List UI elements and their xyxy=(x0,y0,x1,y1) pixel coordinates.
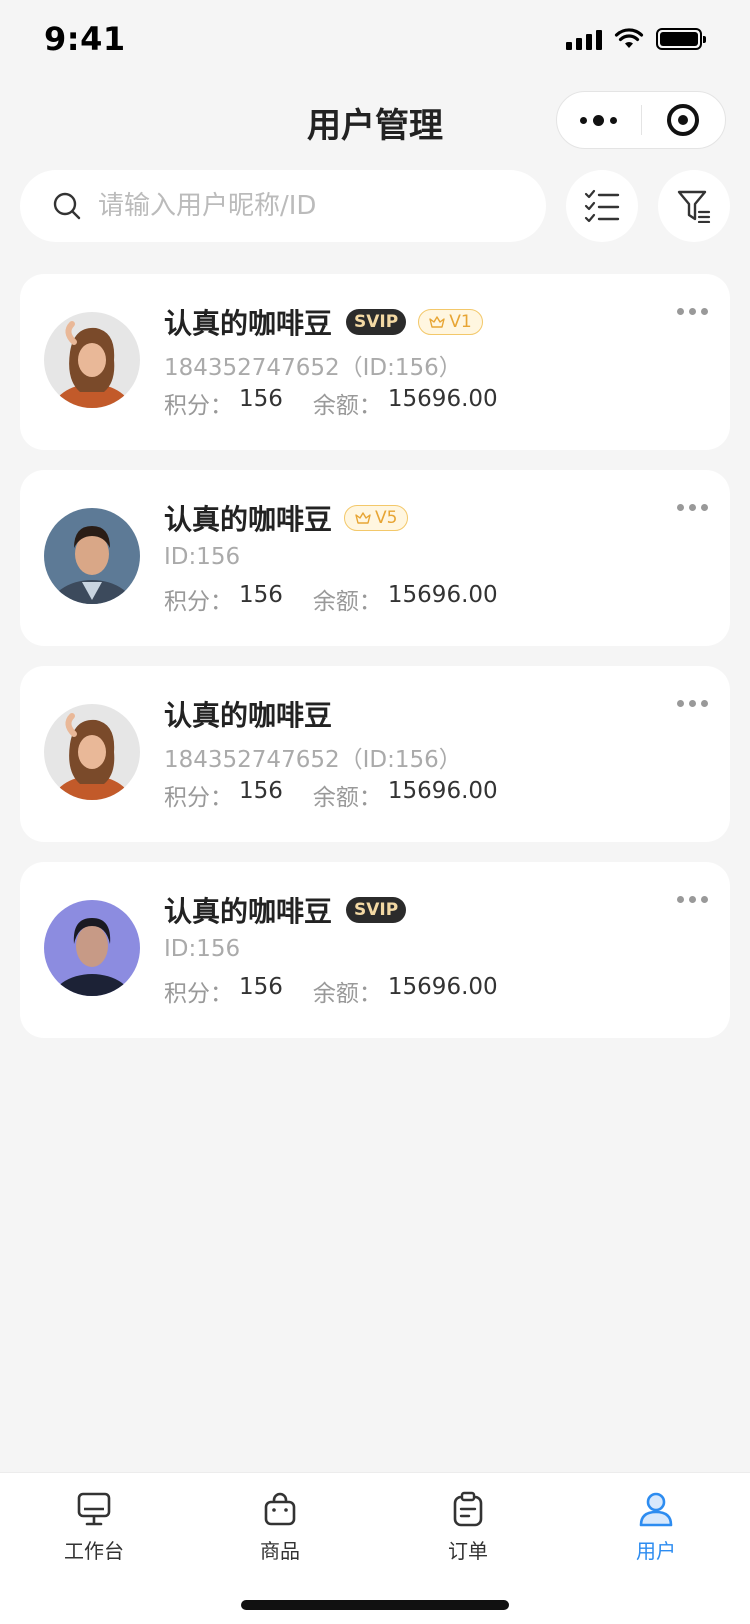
crown-icon xyxy=(355,512,371,524)
user-card[interactable]: 认真的咖啡豆 184352747652（ID:156） 积分： 156 余额： … xyxy=(20,666,730,842)
miniprogram-capsule xyxy=(556,91,726,149)
balance-value: 15696.00 xyxy=(387,778,498,804)
status-bar: 9:41 xyxy=(0,0,750,82)
more-actions-icon[interactable] xyxy=(677,700,708,707)
tab-workbench[interactable]: 工作台 xyxy=(34,1491,154,1564)
balance-label: 余额： xyxy=(312,981,382,1007)
tab-orders[interactable]: 订单 xyxy=(408,1491,528,1564)
svip-badge: SVIP xyxy=(346,897,407,923)
balance-value: 15696.00 xyxy=(387,582,498,608)
balance-label: 余额： xyxy=(312,589,382,615)
more-button[interactable] xyxy=(557,92,641,148)
more-actions-icon[interactable] xyxy=(677,896,708,903)
svip-badge: SVIP xyxy=(346,309,407,335)
points-label: 积分： xyxy=(164,785,233,811)
user-info: 认真的咖啡豆 184352747652（ID:156） 积分： 156 余额： … xyxy=(164,696,498,812)
user-name: 认真的咖啡豆 xyxy=(164,699,333,732)
balance-label: 余额： xyxy=(312,393,382,419)
crown-icon xyxy=(429,316,445,328)
tab-label: 用户 xyxy=(636,1539,676,1563)
tab-products[interactable]: 商品 xyxy=(220,1491,340,1564)
search-input[interactable] xyxy=(98,191,498,221)
list-select-button[interactable] xyxy=(566,170,638,242)
balance-value: 15696.00 xyxy=(387,386,498,412)
user-phone-id: 184352747652（ID:156） xyxy=(164,747,462,773)
more-actions-icon[interactable] xyxy=(677,308,708,315)
vip-level-label: V1 xyxy=(449,312,472,332)
user-phone-id: ID:156 xyxy=(164,544,241,570)
user-card[interactable]: 认真的咖啡豆 V5 ID:156 积分： 156 余额： 15696.00 xyxy=(20,470,730,646)
user-info: 认真的咖啡豆 SVIP V1 184352747652（ID:156） 积分： … xyxy=(164,304,498,420)
status-time: 9:41 xyxy=(44,20,126,58)
battery-icon xyxy=(656,28,706,50)
points-value: 156 xyxy=(239,974,283,1000)
target-icon xyxy=(667,104,700,136)
avatar[interactable] xyxy=(44,508,140,604)
home-indicator xyxy=(241,1600,509,1610)
more-actions-icon[interactable] xyxy=(677,504,708,511)
close-miniprogram-button[interactable] xyxy=(642,92,726,148)
points-label: 积分： xyxy=(164,393,233,419)
avatar[interactable] xyxy=(44,704,140,800)
user-list: 认真的咖啡豆 SVIP V1 184352747652（ID:156） 积分： … xyxy=(20,274,730,1058)
balance-label: 余额： xyxy=(312,785,382,811)
user-phone-id: ID:156 xyxy=(164,936,241,962)
wifi-icon xyxy=(614,28,644,48)
vip-level-badge: V5 xyxy=(344,505,409,531)
avatar[interactable] xyxy=(44,900,140,996)
points-value: 156 xyxy=(239,386,283,412)
points-label: 积分： xyxy=(164,589,233,615)
user-icon xyxy=(639,1492,673,1527)
name-row: 认真的咖啡豆 V5 xyxy=(164,500,498,536)
filter-button[interactable] xyxy=(658,170,730,242)
user-phone-id: 184352747652（ID:156） xyxy=(164,355,462,381)
name-row: 认真的咖啡豆 SVIP xyxy=(164,892,498,928)
cellular-signal-icon xyxy=(566,28,602,50)
user-stats: 积分： 156 余额： 15696.00 xyxy=(164,582,498,616)
search-bar[interactable] xyxy=(20,170,546,242)
search-icon xyxy=(53,192,81,220)
desktop-icon xyxy=(77,1492,111,1526)
user-stats: 积分： 156 余额： 15696.00 xyxy=(164,974,498,1008)
points-value: 156 xyxy=(239,582,283,608)
vip-level-label: V5 xyxy=(375,508,398,528)
user-card[interactable]: 认真的咖啡豆 SVIP V1 184352747652（ID:156） 积分： … xyxy=(20,274,730,450)
tab-label: 订单 xyxy=(448,1539,488,1563)
tab-label: 商品 xyxy=(260,1539,300,1563)
user-name: 认真的咖啡豆 xyxy=(164,503,333,536)
avatar[interactable] xyxy=(44,312,140,408)
points-value: 156 xyxy=(239,778,283,804)
user-stats: 积分： 156 余额： 15696.00 xyxy=(164,778,498,812)
name-row: 认真的咖啡豆 xyxy=(164,696,498,732)
balance-value: 15696.00 xyxy=(387,974,498,1000)
user-info: 认真的咖啡豆 V5 ID:156 积分： 156 余额： 15696.00 xyxy=(164,500,498,616)
points-label: 积分： xyxy=(164,981,233,1007)
clipboard-icon xyxy=(453,1491,483,1527)
filter-icon xyxy=(677,190,711,223)
name-row: 认真的咖啡豆 SVIP V1 xyxy=(164,304,498,340)
status-icons xyxy=(566,28,706,50)
user-stats: 积分： 156 余额： 15696.00 xyxy=(164,386,498,420)
more-dots-icon xyxy=(580,114,618,126)
user-card[interactable]: 认真的咖啡豆 SVIP ID:156 积分： 156 余额： 15696.00 xyxy=(20,862,730,1038)
vip-level-badge: V1 xyxy=(418,309,483,335)
tab-label: 工作台 xyxy=(64,1539,124,1563)
user-info: 认真的咖啡豆 SVIP ID:156 积分： 156 余额： 15696.00 xyxy=(164,892,498,1008)
user-name: 认真的咖啡豆 xyxy=(164,895,333,928)
tab-users[interactable]: 用户 xyxy=(596,1491,716,1564)
user-name: 认真的咖啡豆 xyxy=(164,307,333,340)
checklist-icon xyxy=(584,189,620,223)
bag-icon xyxy=(264,1492,296,1526)
